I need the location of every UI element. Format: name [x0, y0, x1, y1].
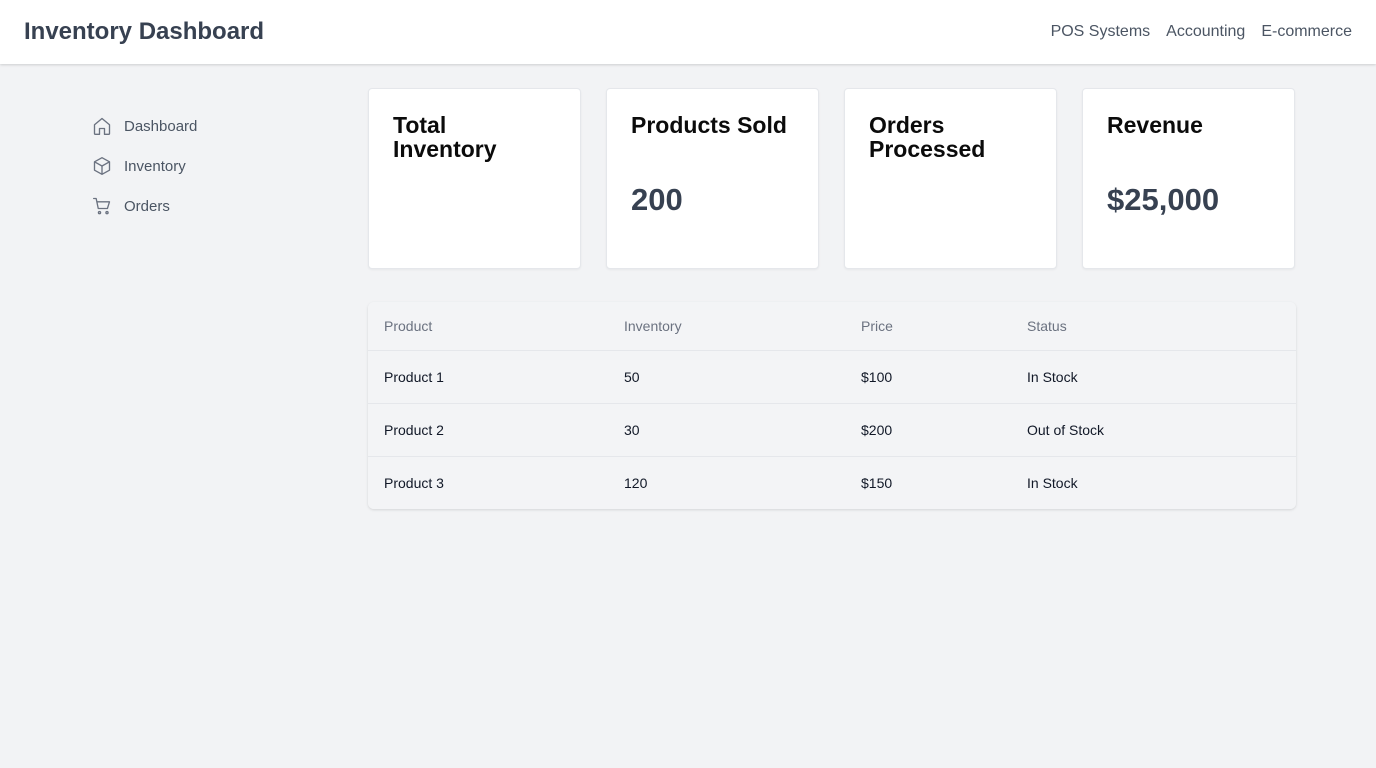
- stat-card-total-inventory: Total Inventory 350: [368, 88, 581, 332]
- table-row: Product 1 50 $100 In Stock: [368, 350, 1296, 404]
- cell-status: In Stock: [1011, 456, 1296, 509]
- box-icon: [93, 157, 111, 175]
- products-table: Product Inventory Price Status Product 1…: [368, 302, 1296, 509]
- nav-link-ecommerce[interactable]: E-commerce: [1261, 21, 1352, 43]
- cell-price: $200: [845, 403, 1011, 457]
- column-header-status: Status: [1011, 302, 1296, 351]
- column-header-price: Price: [845, 302, 1011, 351]
- stat-card-value: $25,000: [1107, 182, 1220, 217]
- stat-card-label: Revenue: [1107, 112, 1203, 138]
- sidebar: Dashboard Inventory Orders: [92, 114, 197, 234]
- column-header-inventory: Inventory: [608, 302, 845, 351]
- home-icon: [93, 117, 111, 135]
- stat-card-orders-processed: Orders Processed 480: [844, 88, 1057, 332]
- stat-card-label: Orders Processed: [869, 112, 986, 162]
- cell-product: Product 2: [368, 403, 608, 457]
- sidebar-item-label: Dashboard: [124, 117, 198, 135]
- stat-card-value: 200: [631, 182, 683, 217]
- sidebar-item-orders[interactable]: Orders: [92, 194, 197, 218]
- page-title: Inventory Dashboard: [24, 18, 265, 45]
- top-nav: POS Systems Accounting E-commerce: [1051, 21, 1352, 43]
- cell-inventory: 120: [608, 456, 845, 509]
- sidebar-item-label: Orders: [124, 197, 170, 215]
- cell-status: Out of Stock: [1011, 403, 1296, 457]
- stat-card-revenue: Revenue $25,000: [1082, 88, 1295, 269]
- top-header: Inventory Dashboard POS Systems Accounti…: [0, 0, 1376, 64]
- table-row: Product 2 30 $200 Out of Stock: [368, 403, 1296, 457]
- stat-card-label: Total Inventory: [393, 112, 497, 162]
- table-row: Product 3 120 $150 In Stock: [368, 456, 1296, 509]
- cart-icon: [93, 197, 111, 215]
- cell-product: Product 3: [368, 456, 608, 509]
- cell-price: $100: [845, 350, 1011, 404]
- stat-card-label: Products Sold: [631, 112, 787, 138]
- cell-status: In Stock: [1011, 350, 1296, 404]
- sidebar-item-dashboard[interactable]: Dashboard: [92, 114, 197, 138]
- column-header-product: Product: [368, 302, 608, 351]
- cell-product: Product 1: [368, 350, 608, 404]
- cell-inventory: 30: [608, 403, 845, 457]
- sidebar-item-inventory[interactable]: Inventory: [92, 154, 197, 178]
- table-header-row: Product Inventory Price Status: [368, 302, 1296, 351]
- cell-price: $150: [845, 456, 1011, 509]
- cell-inventory: 50: [608, 350, 845, 404]
- stat-card-products-sold: Products Sold 200: [606, 88, 819, 269]
- stats-cards: Total Inventory 350 Products Sold 200 Or…: [368, 88, 1295, 332]
- sidebar-item-label: Inventory: [124, 157, 186, 175]
- nav-link-pos-systems[interactable]: POS Systems: [1051, 21, 1151, 43]
- nav-link-accounting[interactable]: Accounting: [1166, 21, 1245, 43]
